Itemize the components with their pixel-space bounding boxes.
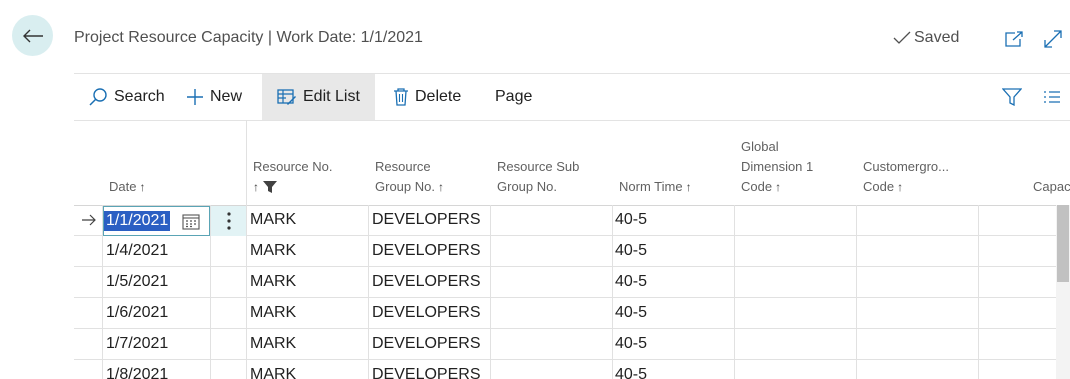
toolbar-divider	[74, 120, 1070, 121]
cell-norm-time[interactable]: 40-5	[615, 205, 647, 235]
cell-resource-group-no[interactable]: DEVELOPERS	[372, 236, 480, 266]
sort-ascending-icon: ↑	[139, 180, 146, 194]
cell-date[interactable]: 1/4/2021	[106, 236, 168, 266]
cell-resource-group-no[interactable]: DEVELOPERS	[372, 205, 480, 235]
column-header-capacity[interactable]: Capac	[1033, 177, 1070, 197]
table-row[interactable]: 1/7/2021 MARK DEVELOPERS 40-5	[74, 329, 1056, 360]
plus-icon	[187, 89, 203, 105]
filter-applied-icon	[263, 181, 277, 193]
new-button[interactable]: New	[186, 74, 242, 120]
new-label: New	[210, 88, 243, 105]
saved-status: Saved	[893, 29, 959, 47]
cell-date[interactable]: 1/7/2021	[106, 329, 168, 359]
cell-norm-time[interactable]: 40-5	[615, 360, 647, 379]
back-arrow-icon	[22, 29, 43, 42]
cell-resource-no[interactable]: MARK	[250, 298, 296, 328]
checkmark-icon	[893, 31, 911, 44]
edit-list-label: Edit List	[303, 88, 360, 105]
column-header-resource-sub-group-no[interactable]: Resource Sub Group No.	[497, 157, 579, 197]
cell-date[interactable]: 1/8/2021	[106, 360, 168, 379]
action-bar: Search New Edit List Delete Page	[74, 74, 1070, 120]
search-icon	[89, 88, 107, 106]
back-button[interactable]	[12, 15, 53, 56]
table-row[interactable]: 1/5/2021 MARK DEVELOPERS 40-5	[74, 267, 1056, 298]
trash-icon	[394, 88, 408, 106]
delete-label: Delete	[415, 88, 462, 105]
open-new-window-button[interactable]	[1002, 27, 1026, 51]
sort-ascending-icon: ↑	[685, 180, 692, 194]
more-options-icon	[226, 212, 231, 230]
column-header-norm-time[interactable]: Norm Time ↑	[619, 177, 692, 197]
cell-resource-no[interactable]: MARK	[250, 267, 296, 297]
cell-resource-group-no[interactable]: DEVELOPERS	[372, 267, 480, 297]
cell-norm-time[interactable]: 40-5	[615, 267, 647, 297]
open-new-window-icon	[1005, 31, 1023, 47]
search-button[interactable]: Search	[88, 74, 165, 120]
column-header-global-dimension-1-code[interactable]: Global Dimension 1 Code ↑	[741, 137, 813, 197]
column-header-customergroup-code[interactable]: Customergro... Code ↑	[863, 157, 949, 197]
cell-resource-no[interactable]: MARK	[250, 360, 296, 379]
cell-date[interactable]: 1/5/2021	[106, 267, 168, 297]
delete-button[interactable]: Delete	[393, 74, 461, 120]
row-actions-button[interactable]	[211, 206, 246, 236]
cell-resource-group-no[interactable]: DEVELOPERS	[372, 360, 480, 379]
current-row-arrow-icon	[82, 214, 96, 226]
cell-norm-time[interactable]: 40-5	[615, 298, 647, 328]
expand-icon	[1044, 30, 1062, 48]
cell-resource-no[interactable]: MARK	[250, 329, 296, 359]
cell-resource-no[interactable]: MARK	[250, 205, 296, 235]
column-header-date[interactable]: Date ↑	[109, 177, 145, 197]
column-header-resource-group-no[interactable]: Resource Group No. ↑	[375, 157, 444, 197]
list-view-icon	[1044, 91, 1060, 103]
edit-list-button[interactable]: Edit List	[262, 74, 375, 120]
sort-ascending-icon: ↑	[253, 180, 259, 194]
sort-ascending-icon: ↑	[775, 180, 782, 194]
table-row[interactable]: 1/4/2021 MARK DEVELOPERS 40-5	[74, 236, 1056, 267]
cell-date[interactable]: 1/6/2021	[106, 298, 168, 328]
cell-resource-group-no[interactable]: DEVELOPERS	[372, 329, 480, 359]
cell-norm-time[interactable]: 40-5	[615, 329, 647, 359]
page-label: Page	[495, 88, 533, 105]
selected-date-value[interactable]: 1/1/2021	[104, 211, 171, 231]
sort-ascending-icon: ↑	[897, 180, 904, 194]
calendar-icon[interactable]	[182, 213, 200, 230]
filter-icon	[1002, 88, 1022, 106]
table-row[interactable]: 1/8/2021 MARK DEVELOPERS 40-5	[74, 360, 1056, 379]
page-menu-button[interactable]: Page	[495, 74, 532, 120]
scrollbar-thumb[interactable]	[1057, 205, 1069, 282]
cell-resource-group-no[interactable]: DEVELOPERS	[372, 298, 480, 328]
expand-button[interactable]	[1041, 27, 1065, 51]
sort-ascending-icon: ↑	[437, 180, 444, 194]
search-label: Search	[114, 88, 165, 105]
edit-list-icon	[277, 89, 296, 105]
page-title: Project Resource Capacity | Work Date: 1…	[74, 29, 423, 46]
filter-pane-button[interactable]	[1002, 74, 1022, 120]
cell-norm-time[interactable]: 40-5	[615, 236, 647, 266]
list-view-button[interactable]	[1043, 74, 1061, 120]
saved-label: Saved	[914, 29, 960, 46]
cell-resource-no[interactable]: MARK	[250, 236, 296, 266]
column-header-resource-no[interactable]: Resource No. ↑	[253, 157, 332, 197]
table-row[interactable]: 1/6/2021 MARK DEVELOPERS 40-5	[74, 298, 1056, 329]
